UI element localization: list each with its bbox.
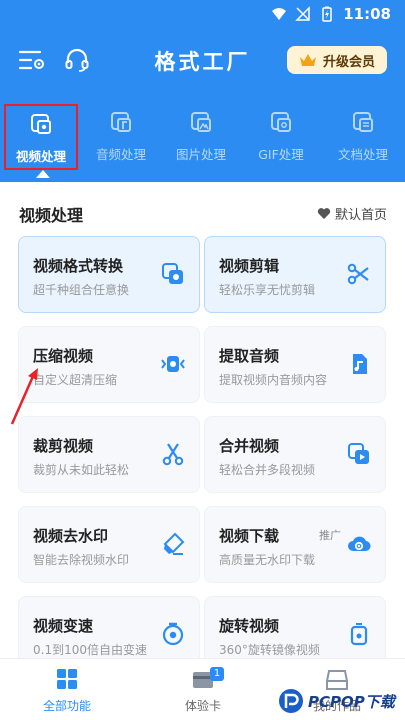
audio-file-icon — [353, 354, 367, 374]
tab-label-video: 视频处理 — [15, 149, 66, 164]
card-subtitle: 0.1到100倍自由变速 — [33, 643, 147, 657]
card-subtitle: 提取视频内音频内容 — [219, 373, 328, 387]
status-bar: 11:08 — [0, 0, 405, 30]
no-signal-icon — [295, 6, 310, 21]
card-title: 压缩视频 — [33, 347, 94, 365]
card-subtitle: 高质量无水印下载 — [219, 553, 316, 567]
card-merge-video[interactable]: 合并视频 轻松合并多段视频 — [204, 416, 386, 493]
tab-label-audio: 音频处理 — [95, 147, 146, 162]
card-title: 视频格式转换 — [33, 257, 124, 275]
rotate-icon — [350, 623, 368, 646]
main-content: 视频处理 默认首页 视频格式转换 超千种组合任意换 视频剪辑 轻松乐享无忧剪辑 … — [0, 182, 405, 673]
card-subtitle: 360°旋转镜像视频 — [219, 643, 320, 657]
notification-badge: 1 — [210, 667, 224, 681]
card-title: 视频下载 — [219, 527, 280, 545]
card-title: 视频去水印 — [33, 527, 109, 545]
tab-label-document: 文档处理 — [337, 147, 388, 162]
card-title: 视频变速 — [33, 617, 94, 635]
card-video-convert[interactable]: 视频格式转换 超千种组合任意换 — [18, 236, 200, 313]
app-header: 11:08 格式工厂 升级会员 视频处理 音频处理 图片处理 GIF处理 文档处… — [0, 0, 405, 182]
category-tabs: 视频处理 音频处理 图片处理 GIF处理 文档处理 — [0, 104, 405, 174]
active-tab-indicator — [36, 170, 50, 178]
crown-icon — [299, 54, 316, 66]
speed-icon — [162, 622, 184, 646]
video-tab-icon — [31, 114, 51, 134]
card-subtitle: 轻松合并多段视频 — [219, 463, 316, 477]
card-extract-audio[interactable]: 提取音频 提取视频内音频内容 — [204, 326, 386, 403]
nav-all-features[interactable]: 全部功能 — [22, 667, 112, 714]
image-tab-icon — [191, 112, 211, 132]
default-home-label: 默认首页 — [334, 208, 387, 223]
card-subtitle: 轻松乐享无忧剪辑 — [219, 283, 316, 297]
tab-label-image: 图片处理 — [175, 147, 226, 162]
vip-label: 升级会员 — [322, 54, 375, 70]
pcpop-watermark: PCPOP下载 — [277, 684, 401, 718]
tab-audio[interactable]: 音频处理 — [84, 104, 158, 170]
compress-icon — [161, 356, 185, 372]
upgrade-vip-button[interactable]: 升级会员 — [287, 46, 387, 74]
card-subtitle: 智能去除视频水印 — [33, 553, 130, 567]
card-remove-watermark[interactable]: 视频去水印 智能去除视频水印 — [18, 506, 200, 583]
card-title: 提取音频 — [219, 347, 280, 365]
wifi-icon — [272, 8, 287, 20]
nav-label: 体验卡 — [184, 699, 221, 713]
tab-gif[interactable]: GIF处理 — [244, 104, 318, 170]
annotation-arrow-icon — [10, 368, 38, 425]
cloud-download-icon — [348, 536, 371, 552]
card-subtitle: 裁剪从未如此轻松 — [33, 463, 130, 477]
default-home-toggle[interactable]: 默认首页 — [317, 204, 387, 223]
document-tab-icon — [353, 112, 373, 132]
scissors-icon — [347, 263, 369, 285]
tab-video[interactable]: 视频处理 — [4, 104, 78, 170]
promo-badge: 推广 — [319, 529, 341, 542]
card-subtitle: 自定义超清压缩 — [33, 373, 118, 387]
card-title: 合并视频 — [219, 437, 280, 455]
eraser-icon — [163, 532, 185, 555]
card-video-download[interactable]: 视频下载 高质量无水印下载 推广 — [204, 506, 386, 583]
card-crop-video[interactable]: 裁剪视频 裁剪从未如此轻松 — [18, 416, 200, 493]
pcpop-logo-icon — [279, 689, 303, 713]
grid-icon — [57, 669, 77, 689]
cut-icon — [162, 443, 184, 466]
video-convert-icon — [162, 263, 183, 284]
nav-trial-card[interactable]: 1 体验卡 — [158, 667, 248, 714]
section-title: 视频处理 — [19, 206, 84, 225]
battery-icon — [322, 6, 332, 22]
heart-icon — [317, 208, 331, 219]
card-title: 裁剪视频 — [33, 437, 94, 455]
nav-label: 全部功能 — [42, 699, 91, 713]
tab-document[interactable]: 文档处理 — [326, 104, 400, 170]
tab-image[interactable]: 图片处理 — [164, 104, 238, 170]
card-title: 旋转视频 — [219, 617, 280, 635]
watermark-text: PCPOP下载 — [308, 692, 395, 711]
card-compress-video[interactable]: 压缩视频 自定义超清压缩 — [18, 326, 200, 403]
tab-label-gif: GIF处理 — [258, 147, 304, 162]
merge-icon — [348, 443, 369, 464]
card-video-edit[interactable]: 视频剪辑 轻松乐享无忧剪辑 — [204, 236, 386, 313]
status-time: 11:08 — [343, 5, 391, 23]
card-subtitle: 超千种组合任意换 — [33, 283, 130, 297]
gif-tab-icon — [271, 112, 291, 132]
audio-tab-icon — [111, 112, 131, 132]
card-title: 视频剪辑 — [219, 257, 280, 275]
